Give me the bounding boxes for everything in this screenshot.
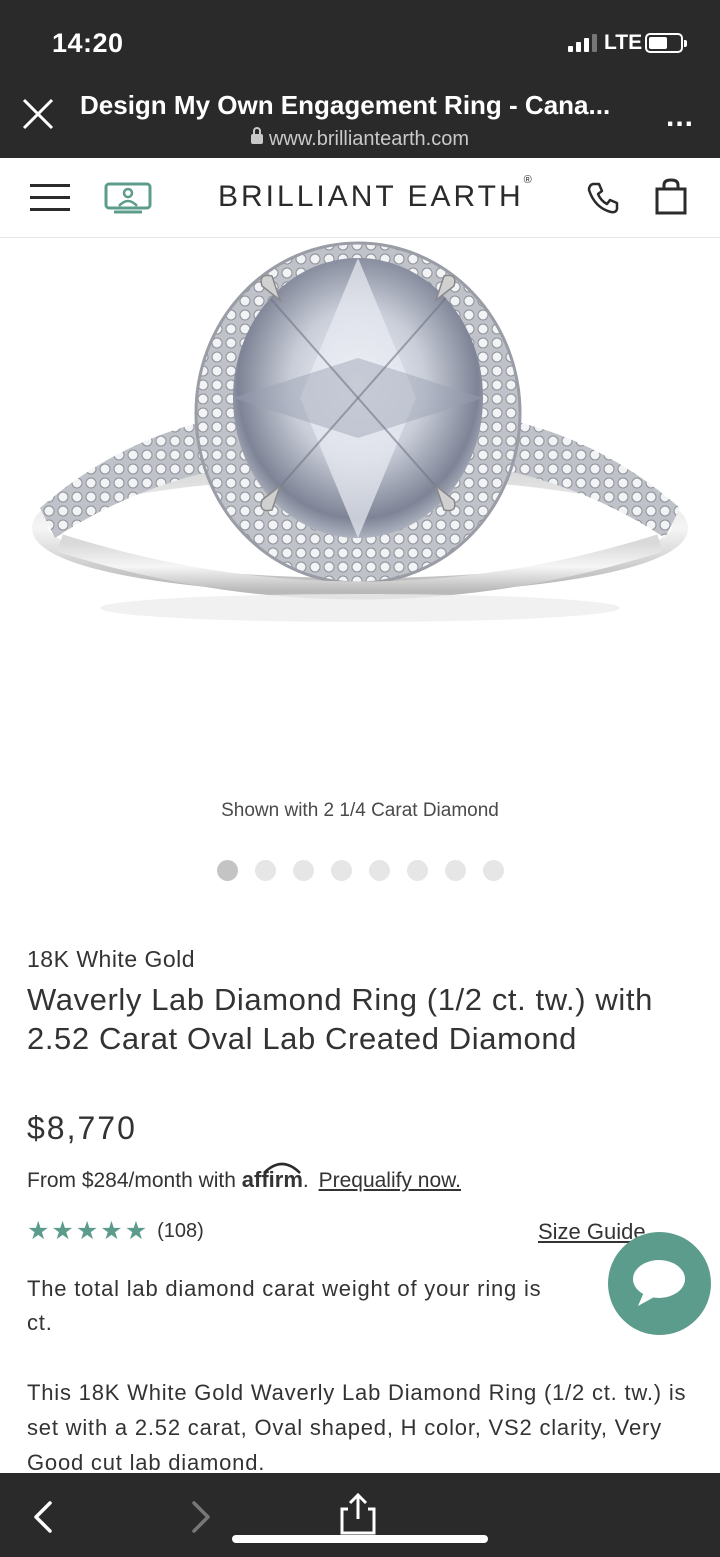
image-carousel-dots[interactable] xyxy=(0,860,720,881)
carousel-dot[interactable] xyxy=(216,860,238,881)
metal-type: 18K White Gold xyxy=(27,946,196,972)
close-icon[interactable] xyxy=(20,96,56,132)
star-icon: ★ xyxy=(27,1217,50,1245)
more-icon[interactable]: ... xyxy=(666,100,694,134)
phone-icon[interactable] xyxy=(585,180,621,216)
financing-line: From $284/month with affirm. Prequalify … xyxy=(27,1162,461,1193)
status-bar: 14:20 LTE xyxy=(0,0,720,86)
star-icon: ★ xyxy=(124,1217,148,1245)
financing-text: From $284/month with xyxy=(27,1169,236,1192)
status-time: 14:20 xyxy=(52,28,124,58)
prequalify-link[interactable]: Prequalify now. xyxy=(319,1169,461,1192)
lock-icon xyxy=(250,127,263,144)
network-label: LTE xyxy=(604,31,643,54)
ring-product-image[interactable] xyxy=(0,238,720,658)
carousel-dot[interactable] xyxy=(482,860,504,881)
site-header: BRILLIANT EARTH® xyxy=(0,158,720,238)
carousel-dot[interactable] xyxy=(254,860,276,881)
chat-button[interactable] xyxy=(608,1232,711,1335)
carousel-dot[interactable] xyxy=(330,860,352,881)
battery-icon xyxy=(645,33,687,53)
rating[interactable]: ★ ★ ★ ★ ★ (108) xyxy=(27,1219,204,1244)
brand-mark: ® xyxy=(523,174,535,186)
page-title: Design My Own Engagement Ring - Cana... xyxy=(80,90,611,120)
brand-name: BRILLIANT EARTH xyxy=(218,180,524,213)
carat-weight-line: The total lab diamond carat weight of yo… xyxy=(27,1276,542,1301)
share-icon[interactable] xyxy=(336,1491,380,1535)
star-icon: ★ xyxy=(51,1217,74,1245)
hamburger-icon[interactable] xyxy=(30,182,70,214)
product-description: This 18K White Gold Waverly Lab Diamond … xyxy=(27,1380,687,1475)
bag-icon[interactable] xyxy=(654,178,688,216)
product-title: Waverly Lab Diamond Ring (1/2 ct. tw.) w… xyxy=(27,982,653,1056)
carousel-dot[interactable] xyxy=(368,860,390,881)
star-icon: ★ xyxy=(100,1217,123,1245)
browser-bottom-bar xyxy=(0,1473,720,1557)
url-text: www.brilliantearth.com xyxy=(268,128,470,150)
review-count: (108) xyxy=(157,1220,204,1242)
url-display[interactable]: www.brilliantearth.com xyxy=(0,127,720,151)
carousel-dot[interactable] xyxy=(406,860,428,881)
affirm-logo: affirm xyxy=(242,1162,303,1192)
image-caption: Shown with 2 1/4 Carat Diamond xyxy=(221,800,499,821)
chat-icon xyxy=(633,1260,685,1306)
affirm-suffix: . xyxy=(302,1169,309,1192)
carousel-dot[interactable] xyxy=(444,860,466,881)
carat-weight-end: ct. xyxy=(27,1310,53,1335)
star-icon: ★ xyxy=(75,1217,99,1245)
product-price: $8,770 xyxy=(27,1110,137,1146)
video-icon[interactable] xyxy=(104,182,152,214)
browser-bar: Design My Own Engagement Ring - Cana... … xyxy=(0,86,720,158)
carat-weight-text: The total lab diamond carat weight of yo… xyxy=(27,1272,667,1340)
carousel-dot[interactable] xyxy=(292,860,314,881)
signal-icon xyxy=(568,34,597,52)
home-indicator[interactable] xyxy=(232,1535,488,1543)
forward-icon[interactable] xyxy=(186,1499,214,1535)
back-icon[interactable] xyxy=(30,1499,58,1535)
affirm-arc-icon xyxy=(262,1162,301,1174)
brand-logo[interactable]: BRILLIANT EARTH® xyxy=(218,174,535,214)
